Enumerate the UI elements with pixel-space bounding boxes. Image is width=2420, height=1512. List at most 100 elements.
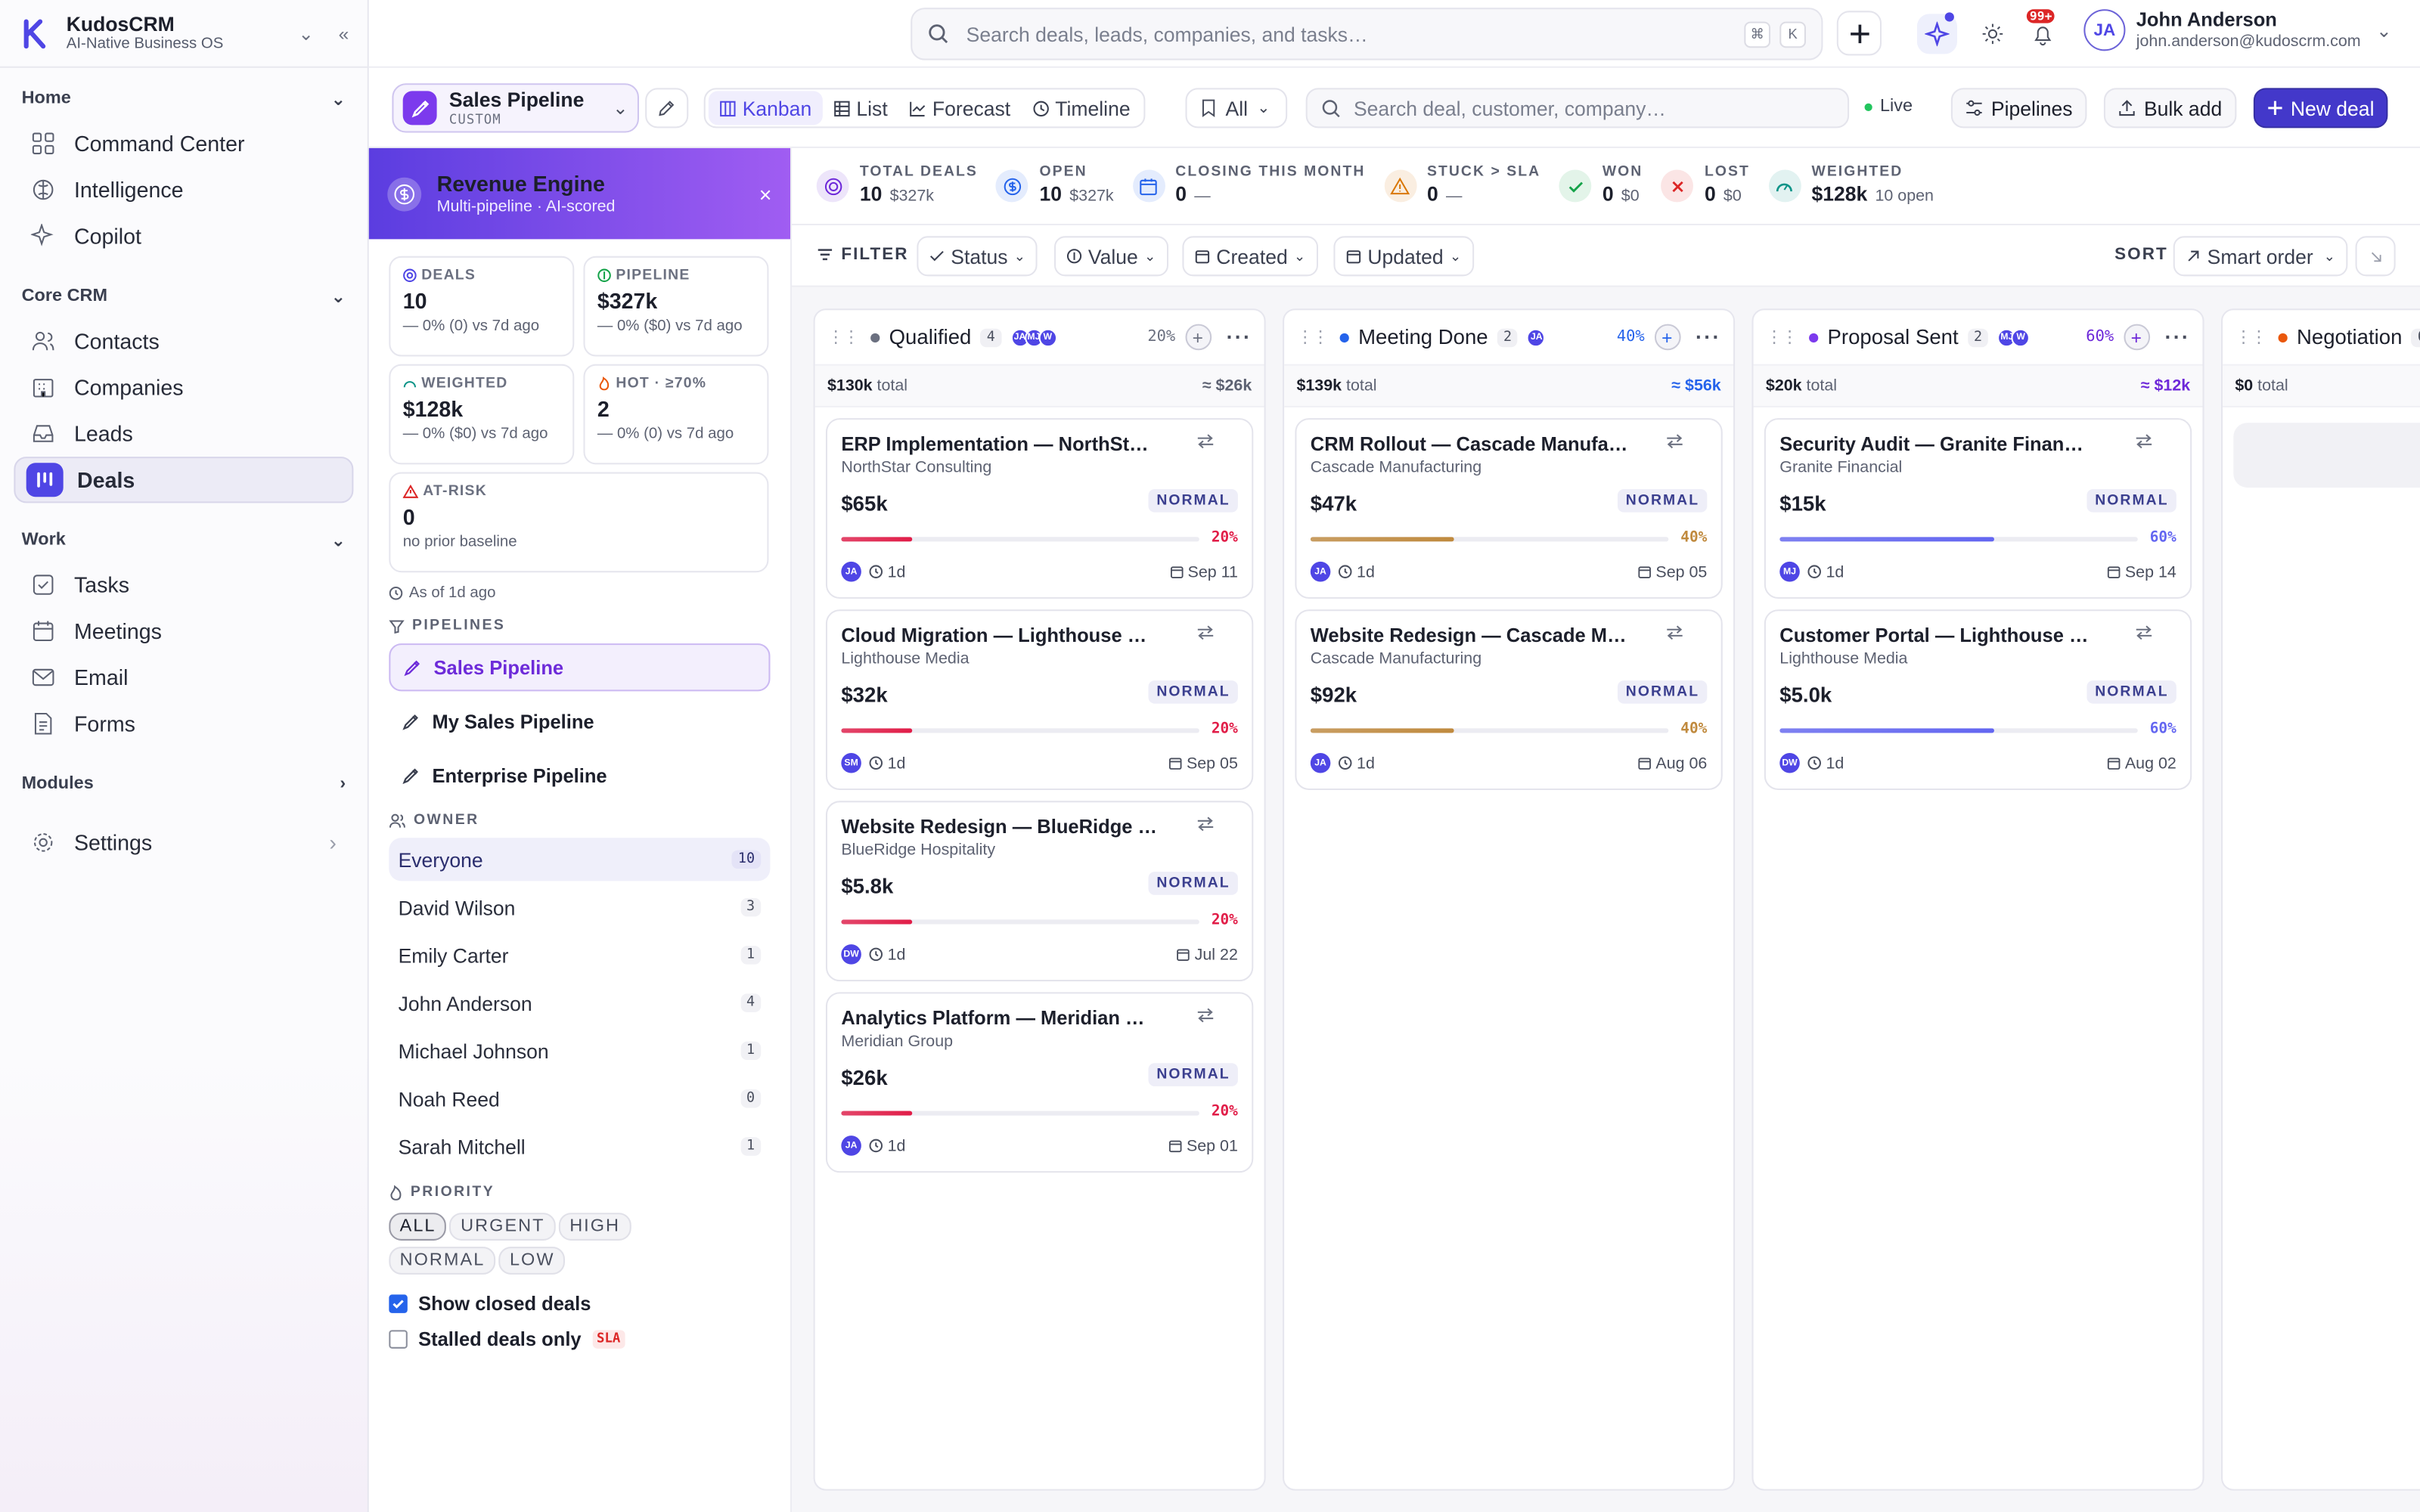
stat-won[interactable]: WON 0 $0 [1559,163,1643,208]
transfer-arrows-icon[interactable] [2135,625,2153,640]
tab-timeline[interactable]: Timeline [1021,91,1140,125]
deal-card[interactable]: Website Redesign — BlueRidge … BlueRidge … [825,801,1254,982]
edit-pipeline-button[interactable] [645,88,689,129]
sidebar-item-settings[interactable]: Settings › [14,820,353,866]
filter-created[interactable]: Created ⌄ [1182,236,1318,277]
drag-handle-icon[interactable]: ⋮⋮ [1766,327,1798,347]
deal-card[interactable]: Security Audit — Granite Finan… Granite F… [1764,418,2192,599]
tab-kanban[interactable]: Kanban [708,91,823,125]
pipeline-item-enterprise-pipeline[interactable]: Enterprise Pipeline [389,751,770,799]
kpi-hot[interactable]: HOT · ≥70% 2 — 0% (0) vs 7d ago [583,364,769,465]
more-options-icon[interactable]: ··· [1227,326,1252,349]
drag-handle-icon[interactable]: ⋮⋮ [2235,327,2267,347]
transfer-arrows-icon[interactable] [1196,1008,1215,1023]
priority-chip-urgent[interactable]: URGENT [449,1213,556,1241]
priority-chip-low[interactable]: LOW [498,1247,566,1275]
quick-add-plus-icon[interactable] [1836,11,1882,56]
deal-search-input[interactable]: Search deal, customer, company… [1305,88,1850,129]
kudos-logo-icon[interactable] [18,16,52,50]
deal-card[interactable]: CRM Rollout — Cascade Manufa… Cascade Man… [1295,418,1723,599]
bell-icon[interactable]: 99+ [2022,9,2062,54]
owner-item-john-anderson[interactable]: John Anderson 4 [389,981,770,1024]
priority-chip-all[interactable]: ALL [389,1213,447,1241]
deal-card[interactable]: ERP Implementation — NorthSt… NorthStar C… [825,418,1254,599]
sort-select[interactable]: Smart order ⌄ [2173,236,2348,277]
checkbox-unchecked[interactable] [389,1329,408,1348]
owner-item-noah-reed[interactable]: Noah Reed 0 [389,1077,770,1120]
stalled-only-toggle[interactable]: Stalled deals only SLA [369,1321,790,1356]
owner-item-emily-carter[interactable]: Emily Carter 1 [389,934,770,977]
stat-open[interactable]: OPEN 10 $327k [996,163,1114,208]
transfer-arrows-icon[interactable] [2135,434,2153,449]
pipeline-selector[interactable]: Sales Pipeline CUSTOM ⌄ [392,83,639,133]
transfer-arrows-icon[interactable] [1196,625,1215,640]
stat-closing-this-month[interactable]: CLOSING THIS MONTH 0 — [1132,163,1365,208]
close-icon[interactable]: × [759,181,772,206]
scope-filter-select[interactable]: All ⌄ [1185,88,1288,129]
more-options-icon[interactable]: ··· [2165,326,2191,349]
priority-chip-normal[interactable]: NORMAL [389,1247,496,1275]
stat-stuck-sla[interactable]: STUCK > SLA 0 — [1383,163,1540,208]
stat-lost[interactable]: LOST 0 $0 [1661,163,1750,208]
pipelines-button[interactable]: Pipelines [1950,88,2086,129]
deal-card[interactable]: Cloud Migration — Lighthouse … Lighthouse… [825,609,1254,790]
global-search-input[interactable]: Search deals, leads, companies, and task… [911,8,1823,60]
sidebar-item-leads[interactable]: Leads [14,411,353,457]
filter-status[interactable]: Status ⌄ [917,236,1038,277]
sidebar-item-intelligence[interactable]: Intelligence [14,166,353,212]
more-options-icon[interactable]: ··· [1696,326,1721,349]
kpi-deals[interactable]: DEALS 10 — 0% (0) vs 7d ago [389,256,575,357]
add-deal-plus-icon[interactable]: + [1184,324,1212,351]
tab-list[interactable]: List [823,91,898,125]
transfer-arrows-icon[interactable] [1665,625,1683,640]
deal-card[interactable]: Customer Portal — Lighthouse … Lighthouse… [1764,609,2192,790]
drop-zone[interactable]: Drop [2233,423,2420,488]
stat-total-deals[interactable]: TOTAL DEALS 10 $327k [816,163,978,208]
sun-theme-icon[interactable] [1972,14,2012,54]
nav-section-core-crm[interactable]: Core CRM ⌄ [0,280,368,311]
bulk-add-button[interactable]: Bulk add [2103,88,2236,129]
ai-sparkle-icon[interactable] [1916,12,1957,54]
add-deal-plus-icon[interactable]: + [2123,324,2150,351]
collapse-sidebar-icon[interactable]: « [339,23,349,45]
sidebar-item-deals[interactable]: Deals [14,457,354,503]
transfer-arrows-icon[interactable] [1196,816,1215,832]
sidebar-item-contacts[interactable]: Contacts [14,318,353,364]
sort-direction-button[interactable] [2355,236,2396,277]
drag-handle-icon[interactable]: ⋮⋮ [827,327,860,347]
kpi-pipeline[interactable]: PIPELINE $327k — 0% ($0) vs 7d ago [583,256,769,357]
tab-forecast[interactable]: Forecast [898,91,1021,125]
transfer-arrows-icon[interactable] [1196,434,1215,449]
owner-item-michael-johnson[interactable]: Michael Johnson 1 [389,1029,770,1072]
new-deal-button[interactable]: New deal [2253,88,2388,129]
checkbox-checked[interactable] [389,1294,408,1312]
transfer-arrows-icon[interactable] [1665,434,1683,449]
filter-updated[interactable]: Updated ⌄ [1333,236,1474,277]
sidebar-item-tasks[interactable]: Tasks [14,562,353,608]
pipeline-item-sales-pipeline[interactable]: Sales Pipeline [389,643,771,692]
kpi-weighted[interactable]: WEIGHTED $128k — 0% ($0) vs 7d ago [389,364,575,465]
sidebar-item-forms[interactable]: Forms [14,701,353,747]
owner-item-everyone[interactable]: Everyone 10 [389,838,771,881]
sidebar-item-copilot[interactable]: Copilot [14,213,353,259]
deal-card[interactable]: Analytics Platform — Meridian … Meridian … [825,992,1254,1173]
add-deal-plus-icon[interactable]: + [1653,324,1680,351]
pipeline-item-my-sales-pipeline[interactable]: My Sales Pipeline [389,698,770,745]
nav-section-modules[interactable]: Modules › [0,768,368,799]
drag-handle-icon[interactable]: ⋮⋮ [1296,327,1329,347]
filter-value[interactable]: Value ⌄ [1054,236,1168,277]
nav-section-work[interactable]: Work ⌄ [0,525,368,556]
owner-item-david-wilson[interactable]: David Wilson 3 [389,886,770,929]
sidebar-item-email[interactable]: Email [14,654,353,700]
priority-chip-high[interactable]: HIGH [558,1213,631,1241]
workspace-chevron-down-icon[interactable]: ⌄ [298,23,314,45]
user-menu[interactable]: JA John Anderson john.anderson@kudoscrm.… [2083,9,2392,51]
kpi-at-risk[interactable]: AT-RISK 0 no prior baseline [389,472,769,573]
nav-section-home[interactable]: Home ⌄ [0,83,368,114]
sidebar-item-meetings[interactable]: Meetings [14,608,353,654]
deal-card[interactable]: Website Redesign — Cascade M… Cascade Man… [1295,609,1723,790]
sidebar-item-companies[interactable]: Companies [14,364,353,411]
show-closed-toggle[interactable]: Show closed deals [369,1285,790,1321]
stat-weighted[interactable]: WEIGHTED $128k 10 open [1768,163,1934,208]
owner-item-sarah-mitchell[interactable]: Sarah Mitchell 1 [389,1125,770,1168]
